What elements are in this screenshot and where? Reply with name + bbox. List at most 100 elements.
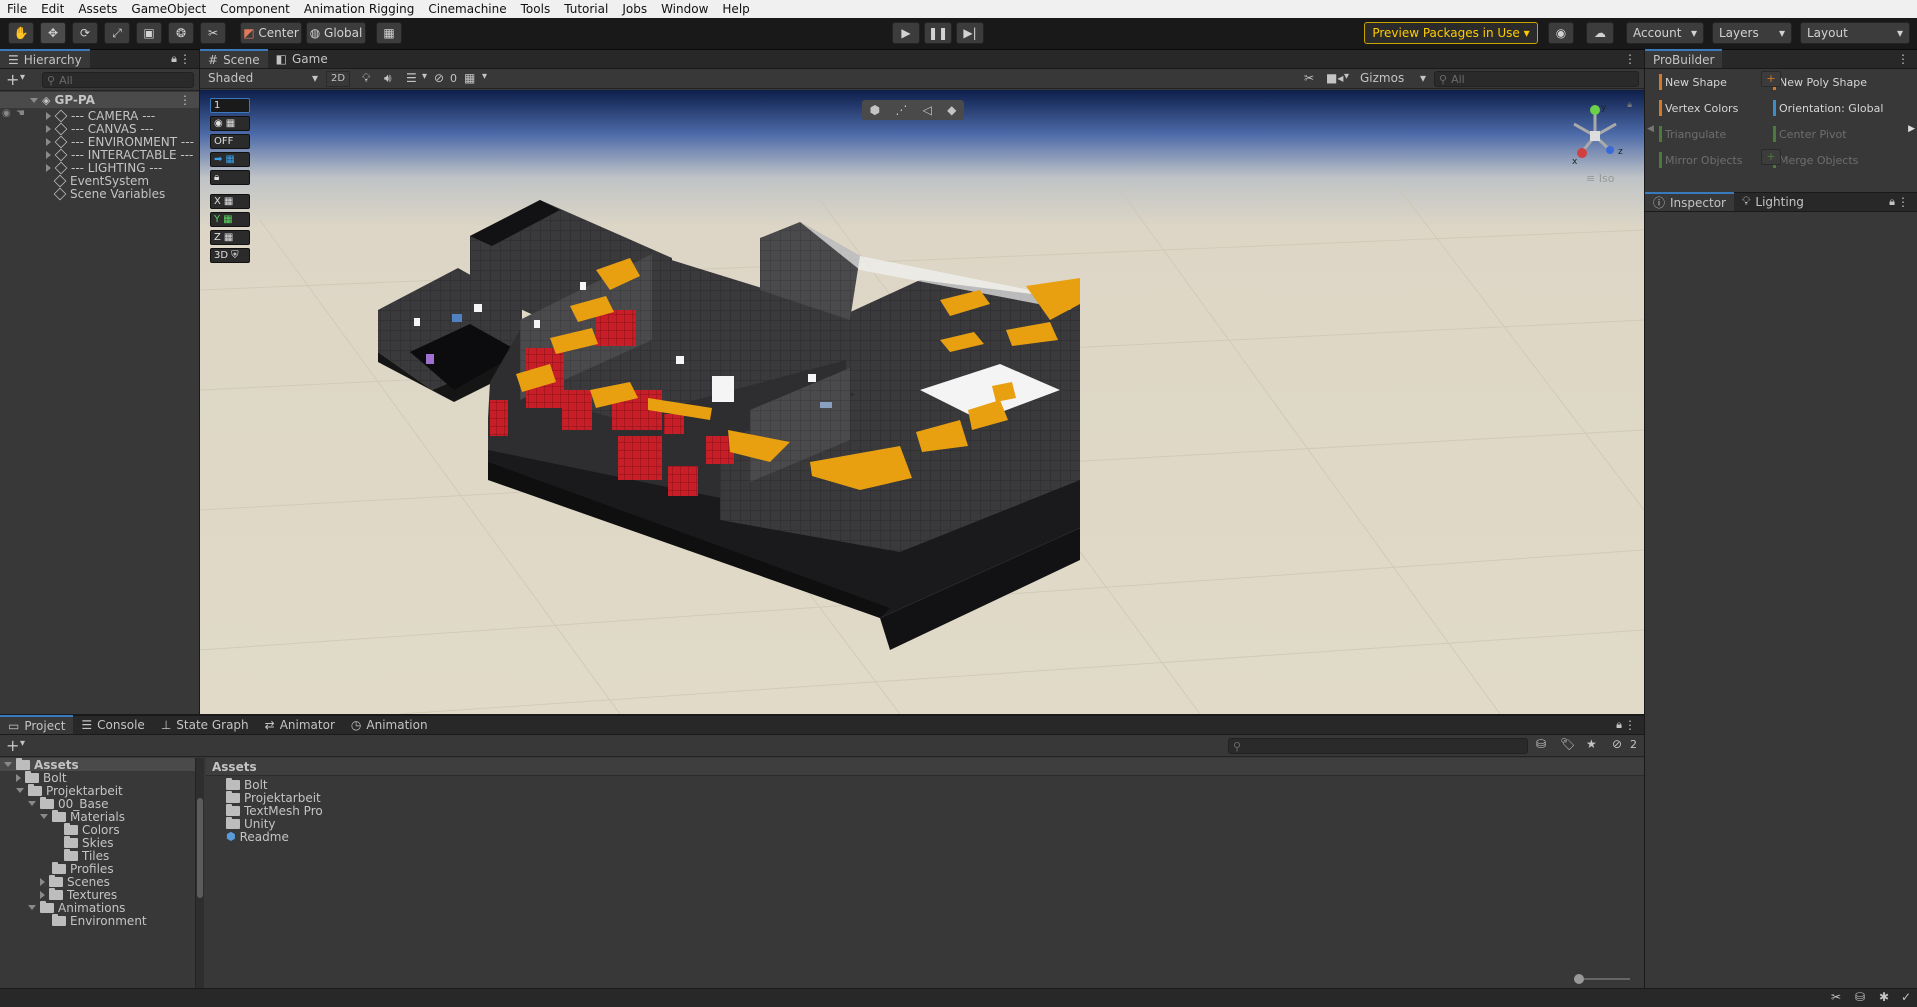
menu-item-edit[interactable]: Edit	[34, 2, 71, 16]
step-button[interactable]: ▶|	[956, 22, 984, 44]
move-tool-button[interactable]: ✥	[40, 22, 66, 44]
more-icon[interactable]: ⋮	[179, 93, 191, 107]
probuilder-action[interactable]: Vertex Colors	[1659, 98, 1738, 118]
project-file-item[interactable]: TextMesh Pro	[222, 803, 323, 818]
menu-item-gameobject[interactable]: GameObject	[124, 2, 213, 16]
scroll-left-icon[interactable]: ◀	[1647, 124, 1654, 134]
preview-packages-button[interactable]: Preview Packages in Use ▾	[1364, 22, 1538, 44]
dropdown-arrow-icon[interactable]: ▾	[20, 738, 25, 749]
menu-item-file[interactable]: File	[0, 2, 34, 16]
scroll-right-icon[interactable]: ▶	[1908, 124, 1915, 134]
scrollbar-thumb[interactable]	[197, 798, 203, 898]
audio-toggle-icon[interactable]: 🔊︎	[384, 71, 392, 86]
expand-arrow-icon[interactable]	[4, 762, 12, 767]
expand-arrow-icon[interactable]	[28, 905, 36, 910]
project-tree-item[interactable]: Materials	[0, 809, 195, 824]
off-toggle[interactable]: OFF	[210, 134, 250, 149]
project-tree-item[interactable]: Skies	[0, 835, 195, 850]
more-icon[interactable]: ⋮	[1624, 718, 1636, 732]
favorite-star-icon[interactable]: ★	[1586, 737, 1597, 751]
menu-item-component[interactable]: Component	[213, 2, 297, 16]
pivot-mode-button[interactable]: ◩ Center	[240, 22, 302, 44]
3d-toggle[interactable]: 3D ⛨	[210, 248, 250, 263]
probuilder-action[interactable]: Merge Objects	[1773, 150, 1858, 170]
tab-probuilder[interactable]: ProBuilder	[1645, 49, 1723, 68]
slider-handle[interactable]	[1574, 974, 1584, 984]
menu-item-help[interactable]: Help	[715, 2, 756, 16]
breadcrumb[interactable]: Assets	[206, 758, 1644, 776]
face-mode-icon[interactable]: ◆	[947, 103, 956, 117]
effects-toggle-icon[interactable]: ☰	[406, 71, 417, 85]
debug-icon[interactable]: ✂	[1831, 990, 1841, 1004]
pivot-rotation-button[interactable]: ◍ Global	[306, 22, 366, 44]
expand-arrow-icon[interactable]	[46, 112, 51, 120]
scale-tool-button[interactable]: ⤢	[104, 22, 130, 44]
layers-dropdown[interactable]: Layers ▾	[1712, 22, 1792, 44]
tab-game[interactable]: ◧ Game	[268, 49, 336, 68]
dropdown-arrow-icon[interactable]: ▾	[422, 71, 427, 82]
lock-toggle[interactable]: 🔒︎	[210, 170, 250, 185]
project-search-input[interactable]: ⚲	[1228, 738, 1528, 754]
menu-item-tutorial[interactable]: Tutorial	[557, 2, 615, 16]
menu-item-window[interactable]: Window	[654, 2, 715, 16]
custom-tool-button[interactable]: ✂	[200, 22, 226, 44]
expand-arrow-icon[interactable]	[40, 814, 48, 819]
expand-arrow-icon[interactable]	[30, 97, 38, 103]
probuilder-action[interactable]: Orientation: Global	[1773, 98, 1883, 118]
project-tree-item[interactable]: Textures	[0, 887, 195, 902]
add-icon[interactable]: +	[6, 70, 19, 89]
probuilder-action[interactable]: Mirror Objects	[1659, 150, 1742, 170]
camera-icon[interactable]: ■◂	[1326, 71, 1343, 85]
arrow-toggle[interactable]: ➡ ▦	[210, 152, 250, 167]
expand-arrow-icon[interactable]	[28, 801, 36, 806]
dropdown-arrow-icon[interactable]: ▾	[20, 72, 25, 83]
lighting-toggle-icon[interactable]: 💡︎	[362, 71, 370, 86]
shading-mode-dropdown[interactable]: Shaded ▾	[204, 71, 322, 87]
hidden-packages-icon[interactable]: ⊘	[1612, 737, 1622, 751]
tab-inspector[interactable]: ⓘ Inspector	[1645, 192, 1734, 211]
pause-button[interactable]: ❚❚	[924, 22, 952, 44]
tab-lighting[interactable]: 💡︎ Lighting	[1734, 192, 1812, 211]
grid-snap-button[interactable]: ▦	[376, 22, 402, 44]
mirror-options-button[interactable]: +	[1761, 149, 1781, 165]
visibility-toggle[interactable]: ◉ ▦	[210, 116, 250, 131]
icon-size-slider[interactable]	[1574, 974, 1630, 984]
z-axis-toggle[interactable]: Z ▦	[210, 230, 250, 245]
new-shape-options-button[interactable]: +	[1761, 71, 1781, 87]
tools-icon[interactable]: ✂	[1304, 71, 1314, 85]
projection-label[interactable]: ≡ Iso	[1586, 172, 1614, 185]
lock-icon[interactable]: 🔒︎	[1889, 195, 1895, 209]
rotate-tool-button[interactable]: ⟳	[72, 22, 98, 44]
more-icon[interactable]: ⋮	[1624, 52, 1636, 66]
tab-animator[interactable]: ⇄ Animator	[257, 715, 343, 734]
check-icon[interactable]: ✓	[1901, 990, 1911, 1004]
project-tree-item[interactable]: Animations	[0, 900, 195, 915]
lock-icon[interactable]: 🔒︎	[171, 52, 177, 66]
menu-item-assets[interactable]: Assets	[71, 2, 124, 16]
more-icon[interactable]: ⋮	[1897, 52, 1909, 66]
project-tree-item[interactable]: Projektarbeit	[0, 783, 195, 798]
lock-icon[interactable]: 🔒︎	[1616, 718, 1622, 732]
project-tree-item[interactable]: Profiles	[0, 861, 195, 876]
expand-arrow-icon[interactable]	[16, 788, 24, 793]
menu-item-cinemachine[interactable]: Cinemachine	[421, 2, 513, 16]
probuilder-action[interactable]: Center Pivot	[1773, 124, 1847, 144]
menu-item-animation-rigging[interactable]: Animation Rigging	[297, 2, 421, 16]
2d-toggle[interactable]: 2D	[326, 71, 350, 87]
lock-icon[interactable]: 🔒︎	[1627, 100, 1632, 110]
y-axis-toggle[interactable]: Y ▦	[210, 212, 250, 227]
hidden-objects-icon[interactable]: ⊘	[434, 71, 444, 85]
vertex-mode-icon[interactable]: ⋰	[895, 103, 907, 117]
filter-label-icon[interactable]: 🏷︎	[1560, 737, 1575, 751]
hand-tool-button[interactable]: ✋	[8, 22, 34, 44]
hierarchy-item[interactable]: Scene Variables	[0, 186, 200, 202]
scene-row[interactable]: ◈ GP-PA ⋮	[0, 92, 199, 108]
expand-arrow-icon[interactable]	[46, 138, 51, 146]
project-tree-item[interactable]: Bolt	[0, 770, 195, 785]
menu-item-tools[interactable]: Tools	[514, 2, 558, 16]
expand-arrow-icon[interactable]	[46, 125, 51, 133]
gizmos-dropdown[interactable]: Gizmos ▾	[1360, 71, 1426, 85]
tab-animation[interactable]: ◷ Animation	[343, 715, 436, 734]
more-icon[interactable]: ⋮	[179, 52, 191, 66]
expand-arrow-icon[interactable]	[40, 890, 45, 899]
